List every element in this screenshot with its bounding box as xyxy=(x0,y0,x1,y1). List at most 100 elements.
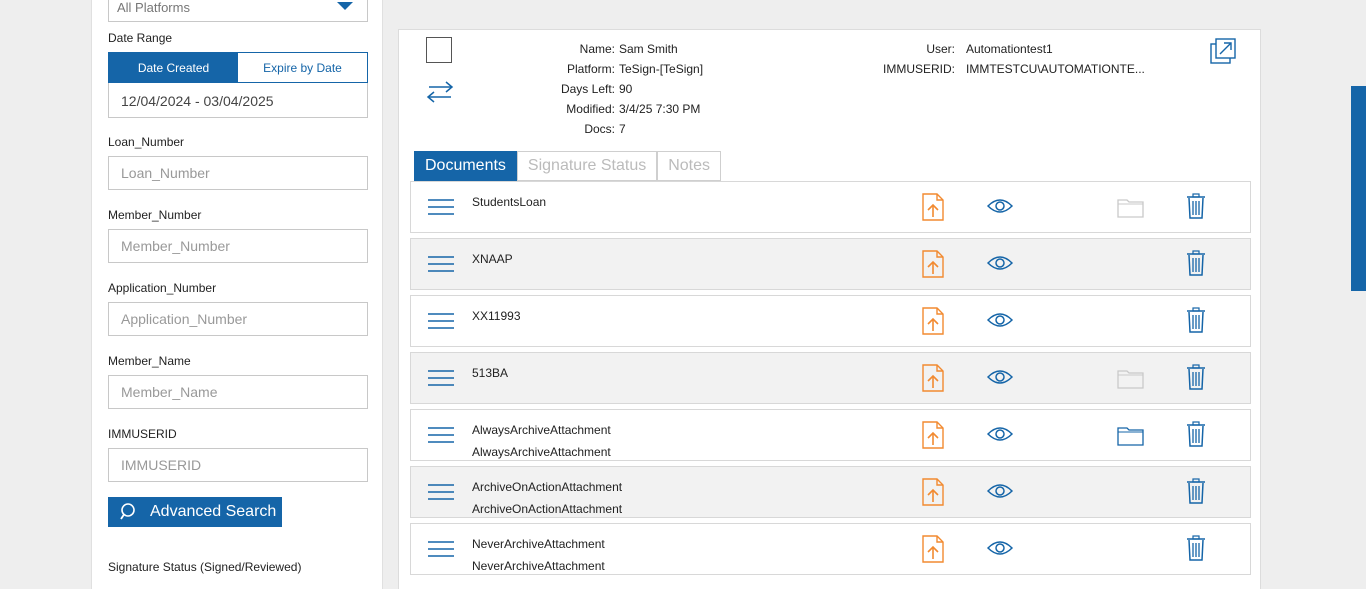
immuserid-value: IMMTESTCU\AUTOMATIONTE... xyxy=(966,62,1145,76)
upload-file-icon[interactable] xyxy=(922,193,944,226)
view-eye-icon[interactable] xyxy=(986,197,1014,220)
platform-label: Platform: xyxy=(566,62,615,76)
user-info-labels: User: IMMUSERID: xyxy=(869,39,955,79)
filter-panel: All Platforms Date Range Date Created Ex… xyxy=(91,0,383,589)
immuserid-input[interactable] xyxy=(108,448,368,482)
tab-expire-by-date[interactable]: Expire by Date xyxy=(238,53,367,82)
days-left-value: 90 xyxy=(619,82,633,96)
name-value: Sam Smith xyxy=(619,42,678,56)
document-name: 513BA xyxy=(472,362,508,384)
select-package-checkbox[interactable] xyxy=(426,37,452,63)
tab-documents[interactable]: Documents xyxy=(414,151,517,181)
document-row[interactable]: StudentsLoan xyxy=(410,181,1251,233)
docs-value: 7 xyxy=(619,122,626,136)
days-left-label: Days Left: xyxy=(560,82,615,96)
immuserid-label: IMMUSERID xyxy=(108,427,177,441)
document-name: XX11993 xyxy=(472,305,521,327)
application-number-label: Application_Number xyxy=(108,281,217,295)
document-name-line2: NeverArchiveAttachment xyxy=(472,559,605,573)
member-number-label: Member_Number xyxy=(108,208,202,222)
drag-handle-icon[interactable] xyxy=(428,484,454,505)
view-eye-icon[interactable] xyxy=(986,311,1014,334)
folder-icon xyxy=(1117,197,1144,223)
document-row[interactable]: ArchiveOnActionAttachment ArchiveOnAction… xyxy=(410,466,1251,518)
document-row[interactable]: 513BA xyxy=(410,352,1251,404)
document-row[interactable]: XX11993 xyxy=(410,295,1251,347)
view-eye-icon[interactable] xyxy=(986,539,1014,562)
member-name-label: Member_Name xyxy=(108,354,191,368)
user-value: Automationtest1 xyxy=(966,42,1053,56)
upload-file-icon[interactable] xyxy=(922,250,944,283)
delete-trash-icon[interactable] xyxy=(1186,307,1206,338)
document-name-line1: XX11993 xyxy=(472,309,521,323)
upload-file-icon[interactable] xyxy=(922,364,944,397)
view-eye-icon[interactable] xyxy=(986,368,1014,391)
member-name-input[interactable] xyxy=(108,375,368,409)
tab-notes[interactable]: Notes xyxy=(657,151,722,181)
loan-number-label: Loan_Number xyxy=(108,135,185,149)
document-row[interactable]: NeverArchiveAttachment NeverArchiveAttach… xyxy=(410,523,1251,575)
upload-file-icon[interactable] xyxy=(922,307,944,340)
date-type-tabs: Date Created Expire by Date xyxy=(108,52,368,83)
delete-trash-icon[interactable] xyxy=(1186,421,1206,452)
upload-file-icon[interactable] xyxy=(922,421,944,454)
platform-select-value: All Platforms xyxy=(117,0,190,15)
view-eye-icon[interactable] xyxy=(986,482,1014,505)
chevron-down-icon xyxy=(337,2,353,10)
search-icon xyxy=(120,503,135,520)
document-name-line1: StudentsLoan xyxy=(472,195,547,209)
popout-icon[interactable] xyxy=(1210,38,1236,64)
document-row[interactable]: XNAAP xyxy=(410,238,1251,290)
advanced-search-button[interactable]: Advanced Search xyxy=(108,497,282,527)
modified-value: 3/4/25 7:30 PM xyxy=(619,102,701,116)
docs-label: Docs: xyxy=(584,122,615,136)
tab-signature-status[interactable]: Signature Status xyxy=(516,151,658,181)
drag-handle-icon[interactable] xyxy=(428,256,454,277)
immuserid-info-label: IMMUSERID: xyxy=(883,62,955,76)
swap-arrows-icon[interactable] xyxy=(426,80,454,104)
date-range-input[interactable]: 12/04/2024 - 03/04/2025 xyxy=(108,83,368,118)
upload-file-icon[interactable] xyxy=(922,478,944,511)
side-panel-toggle[interactable] xyxy=(1351,86,1366,291)
name-label: Name: xyxy=(579,42,615,56)
document-name-line1: AlwaysArchiveAttachment xyxy=(472,423,611,437)
document-name: XNAAP xyxy=(472,248,513,270)
package-info-labels: Name: Platform: Days Left: Modified: Doc… xyxy=(529,39,615,139)
application-number-input[interactable] xyxy=(108,302,368,336)
drag-handle-icon[interactable] xyxy=(428,541,454,562)
upload-file-icon[interactable] xyxy=(922,535,944,568)
document-name-line1: NeverArchiveAttachment xyxy=(472,537,605,551)
delete-trash-icon[interactable] xyxy=(1186,193,1206,224)
document-row[interactable]: AlwaysArchiveAttachment AlwaysArchiveAtta… xyxy=(410,409,1251,461)
document-name-line2: ArchiveOnActionAttachment xyxy=(472,502,623,516)
drag-handle-icon[interactable] xyxy=(428,199,454,220)
view-eye-icon[interactable] xyxy=(986,254,1014,277)
member-number-input[interactable] xyxy=(108,229,368,263)
delete-trash-icon[interactable] xyxy=(1186,364,1206,395)
document-name: NeverArchiveAttachment NeverArchiveAttach… xyxy=(472,533,605,577)
folder-icon xyxy=(1117,368,1144,394)
delete-trash-icon[interactable] xyxy=(1186,478,1206,509)
document-name-line2: AlwaysArchiveAttachment xyxy=(472,445,611,459)
delete-trash-icon[interactable] xyxy=(1186,250,1206,281)
drag-handle-icon[interactable] xyxy=(428,313,454,334)
user-info-values: Automationtest1 IMMTESTCU\AUTOMATIONTE..… xyxy=(966,39,1145,79)
drag-handle-icon[interactable] xyxy=(428,427,454,448)
package-detail-panel: Name: Platform: Days Left: Modified: Doc… xyxy=(398,29,1261,589)
document-name: StudentsLoan xyxy=(472,191,546,213)
document-name-line1: ArchiveOnActionAttachment xyxy=(472,480,623,494)
user-label: User: xyxy=(926,42,955,56)
document-name-line1: XNAAP xyxy=(472,252,513,266)
drag-handle-icon[interactable] xyxy=(428,370,454,391)
platform-value: TeSign-[TeSign] xyxy=(619,62,704,76)
view-eye-icon[interactable] xyxy=(986,425,1014,448)
loan-number-input[interactable] xyxy=(108,156,368,190)
date-range-label: Date Range xyxy=(108,31,173,45)
tab-date-created[interactable]: Date Created xyxy=(109,53,238,82)
delete-trash-icon[interactable] xyxy=(1186,535,1206,566)
advanced-search-label: Advanced Search xyxy=(150,503,277,520)
platform-select[interactable]: All Platforms xyxy=(108,0,368,22)
folder-icon[interactable] xyxy=(1117,425,1144,451)
package-info-values: Sam Smith TeSign-[TeSign] 90 3/4/25 7:30… xyxy=(619,39,703,139)
signature-status-label: Signature Status (Signed/Reviewed) xyxy=(108,560,302,574)
